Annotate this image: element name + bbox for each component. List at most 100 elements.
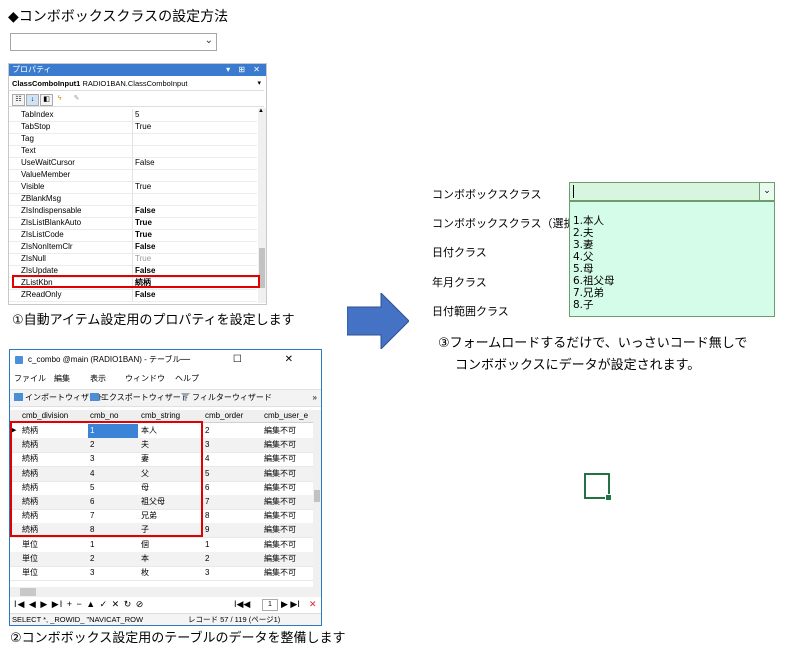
table-cell[interactable]: 編集不可 [264, 566, 296, 580]
categorized-icon[interactable]: ☷ [12, 94, 25, 106]
table-cell[interactable]: 枚 [141, 566, 149, 580]
window-controls[interactable]: — ☐ ✕ [180, 350, 313, 370]
properties-icon[interactable]: ◧ [40, 94, 53, 106]
selected-cell-indicator[interactable] [584, 473, 612, 501]
dropdown-item[interactable]: 5.母 [573, 263, 594, 275]
window-title: c_combo @main (RADIO1BAN) - テーブル [28, 355, 181, 364]
property-value[interactable]: False [135, 289, 155, 301]
table-cell[interactable]: 7 [205, 495, 209, 509]
caption-step3-line1: ③フォームロードするだけで、いっさいコード無しで [438, 336, 748, 351]
menu-window[interactable]: ウィンドウ [125, 372, 165, 386]
property-value[interactable]: True [135, 181, 151, 193]
object-selector[interactable]: ClassComboInput1 RADIO1BAN.ClassComboInp… [9, 78, 264, 91]
record-nav-buttons[interactable]: I◀ ◀ ▶ ▶I + − ▲ ✓ ✕ ↻ ⊘ [14, 598, 144, 610]
column-header[interactable]: cmb_order [205, 410, 243, 422]
grid-horizontal-scrollbar[interactable] [10, 587, 321, 597]
property-value[interactable]: True [135, 253, 151, 265]
table-cell[interactable]: 単位 [22, 538, 38, 552]
divider [132, 241, 133, 253]
dropdown-item[interactable]: 8.子 [573, 299, 594, 311]
property-value[interactable]: True [135, 229, 152, 241]
table-cell[interactable]: 単位 [22, 566, 38, 580]
table-cell[interactable]: 本 [141, 552, 149, 566]
chevron-down-icon[interactable]: ▾ [257, 78, 261, 90]
export-icon [90, 393, 99, 401]
menu-file[interactable]: ファイル [14, 372, 46, 386]
properties-scrollbar[interactable]: ▲ [258, 108, 266, 303]
table-row[interactable]: 単位 1 個 1 編集不可 [10, 538, 313, 553]
property-value[interactable]: False [135, 241, 155, 253]
page-number-input[interactable]: 1 [262, 599, 278, 611]
table-cell[interactable]: 編集不可 [264, 438, 296, 452]
chevron-down-icon[interactable]: ⌄ [759, 183, 774, 200]
dropdown-item[interactable]: 1.本人 [573, 215, 604, 227]
table-cell[interactable]: 編集不可 [264, 523, 296, 537]
page-next-last[interactable]: ▶ ▶I [281, 598, 300, 610]
table-cell[interactable]: 編集不可 [264, 552, 296, 566]
combobox-dropdown-list[interactable]: 1.本人 2.夫 3.妻 4.父 5.母 6.祖父母 7.兄弟 8.子 [569, 201, 775, 317]
property-name: ZIsListBlankAuto [21, 218, 82, 227]
fill-handle[interactable] [605, 494, 612, 501]
table-cell[interactable]: 2 [205, 424, 209, 438]
export-wizard-button[interactable]: エクスポートウィザード [90, 390, 189, 406]
table-cell[interactable]: 6 [205, 481, 209, 495]
property-name: UseWaitCursor [21, 158, 75, 167]
table-row[interactable]: 単位 3 枚 3 編集不可 [10, 566, 313, 581]
close-icon[interactable]: ✕ [309, 598, 317, 610]
table-cell[interactable]: 編集不可 [264, 538, 296, 552]
scrollbar-thumb[interactable] [314, 490, 320, 502]
alphabetical-icon[interactable]: ↓ [26, 94, 39, 106]
table-cell[interactable]: 4 [205, 452, 209, 466]
property-value[interactable]: False [135, 205, 155, 217]
table-cell[interactable]: 個 [141, 538, 149, 552]
table-cell[interactable]: 2 [90, 552, 94, 566]
dropdown-item[interactable]: 6.祖父母 [573, 275, 615, 287]
property-row[interactable]: ZReadOnly False [9, 289, 257, 302]
scrollbar-thumb[interactable] [20, 588, 36, 596]
menu-view[interactable]: 表示 [90, 372, 106, 386]
table-cell[interactable]: 単位 [22, 552, 38, 566]
table-cell[interactable]: 5 [205, 467, 209, 481]
dropdown-item[interactable]: 3.妻 [573, 239, 594, 251]
filter-wizard-label: フィルターウィザード [192, 393, 272, 402]
dropdown-item[interactable]: 7.兄弟 [573, 287, 604, 299]
column-header[interactable]: cmb_user_e [264, 410, 308, 422]
table-row[interactable]: 単位 2 本 2 編集不可 [10, 551, 313, 567]
filter-wizard-button[interactable]: フィルターウィザード [181, 390, 272, 406]
property-pages-icon[interactable]: ✎ [71, 94, 82, 104]
dropdown-item[interactable]: 2.夫 [573, 227, 594, 239]
menu-edit[interactable]: 編集 [54, 372, 70, 386]
table-cell[interactable]: 編集不可 [264, 509, 296, 523]
table-cell[interactable]: 3 [205, 566, 209, 580]
property-name: ZIsNull [21, 254, 46, 263]
table-cell[interactable]: 9 [205, 523, 209, 537]
table-cell[interactable]: 編集不可 [264, 424, 296, 438]
top-combobox[interactable]: ⌄ [10, 33, 217, 51]
property-name: ZReadOnly [21, 290, 62, 299]
table-cell[interactable]: 1 [90, 538, 94, 552]
table-cell[interactable]: 1 [205, 538, 209, 552]
table-cell[interactable]: 3 [90, 566, 94, 580]
property-value[interactable]: True [135, 217, 152, 229]
table-cell[interactable]: 編集不可 [264, 467, 296, 481]
chevron-down-icon[interactable]: ⌄ [205, 35, 213, 46]
toolbar-overflow[interactable]: » [313, 390, 317, 406]
table-cell[interactable]: 編集不可 [264, 481, 296, 495]
property-name: Visible [21, 182, 45, 191]
menu-help[interactable]: ヘルプ [175, 372, 199, 386]
table-cell[interactable]: 8 [205, 509, 209, 523]
property-value[interactable]: False [135, 157, 155, 169]
property-value[interactable]: 5 [135, 109, 139, 121]
form-combobox[interactable]: ⌄ [569, 182, 775, 201]
property-value[interactable]: True [135, 121, 151, 133]
table-cell[interactable]: 2 [205, 552, 209, 566]
grid-vertical-scrollbar[interactable] [313, 410, 321, 588]
properties-window-controls[interactable]: ▾ ⊞ ✕ [226, 64, 263, 76]
events-icon[interactable]: ϟ [54, 94, 65, 104]
dropdown-item[interactable]: 4.父 [573, 251, 594, 263]
table-cell[interactable]: 編集不可 [264, 495, 296, 509]
scroll-up-icon[interactable]: ▲ [258, 108, 264, 114]
table-cell[interactable]: 3 [205, 438, 209, 452]
table-cell[interactable]: 編集不可 [264, 452, 296, 466]
page-first-prev[interactable]: I◀◀ [234, 598, 250, 610]
